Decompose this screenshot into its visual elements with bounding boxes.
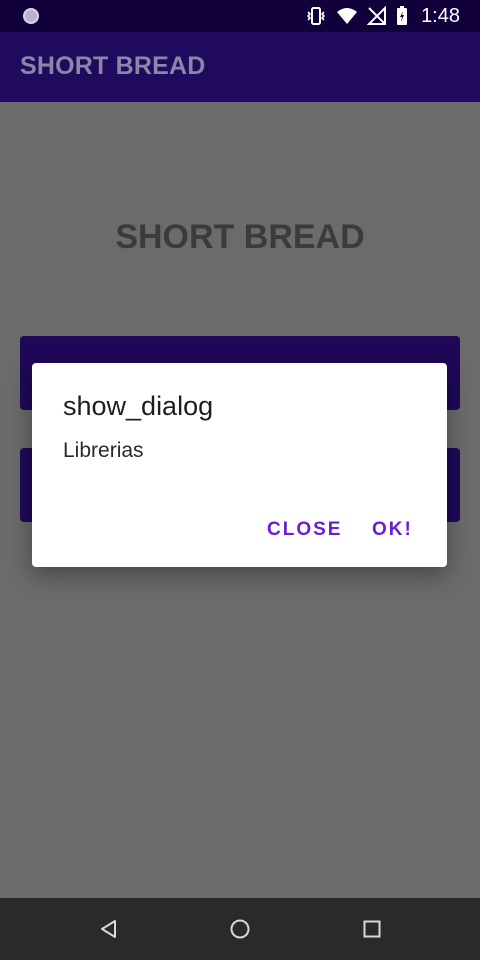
vibrate-icon <box>306 7 326 25</box>
back-icon[interactable] <box>97 917 121 941</box>
no-signal-icon <box>367 6 387 25</box>
alert-dialog: show_dialog Librerias CLOSE OK! <box>32 363 447 567</box>
recents-icon[interactable] <box>360 917 384 941</box>
page-heading: SHORT BREAD <box>115 218 365 256</box>
app-bar: SHORT BREAD <box>0 32 480 102</box>
status-time: 1:48 <box>421 4 460 27</box>
notification-dot-icon <box>23 8 39 24</box>
home-icon[interactable] <box>228 917 252 941</box>
app-title: SHORT BREAD <box>20 52 206 80</box>
battery-charging-icon <box>397 6 408 25</box>
navigation-bar <box>0 898 480 960</box>
dialog-title: show_dialog <box>63 391 214 421</box>
status-bar: 1:48 <box>0 0 480 32</box>
close-button[interactable]: CLOSE <box>267 519 342 541</box>
wifi-icon <box>337 8 358 24</box>
status-icons: 1:48 <box>305 0 460 32</box>
ok-button[interactable]: OK! <box>372 519 413 541</box>
dialog-message: Librerias <box>63 439 144 462</box>
